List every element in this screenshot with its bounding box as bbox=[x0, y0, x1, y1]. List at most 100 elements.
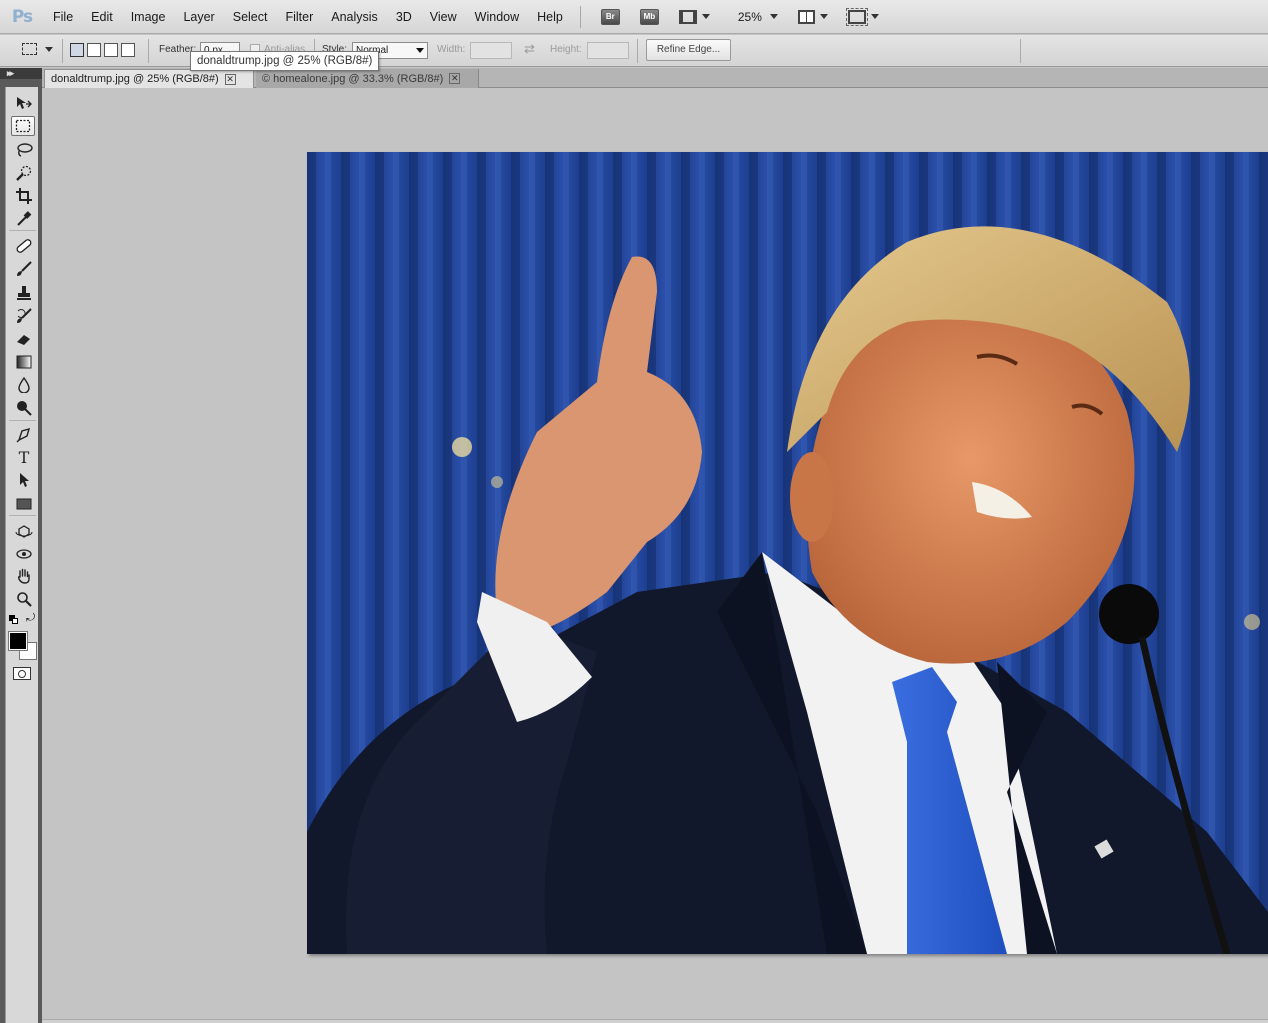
type-tool[interactable]: T bbox=[12, 447, 36, 467]
tab-donaldtrump[interactable]: donaldtrump.jpg @ 25% (RGB/8#) ✕ bbox=[44, 69, 254, 88]
screen-mode-button[interactable] bbox=[845, 6, 879, 28]
pen-icon bbox=[16, 427, 31, 443]
minibridge-icon: Mb bbox=[639, 8, 659, 25]
swap-dimensions-icon[interactable]: ⇄ bbox=[524, 41, 535, 57]
3d-orbit-tool[interactable] bbox=[12, 544, 36, 564]
zoom-level-value: 25% bbox=[737, 9, 762, 24]
arrange-documents-button[interactable] bbox=[797, 6, 828, 28]
menu-file[interactable]: File bbox=[44, 0, 82, 34]
eraser-tool[interactable] bbox=[12, 329, 36, 349]
3d-rotate-tool[interactable] bbox=[12, 521, 36, 541]
rectangle-tool[interactable] bbox=[12, 494, 36, 514]
view-extras-button[interactable] bbox=[678, 6, 710, 28]
eyedropper-tool[interactable] bbox=[12, 209, 36, 229]
menu-image[interactable]: Image bbox=[122, 0, 175, 34]
chevron-down-icon bbox=[769, 14, 778, 19]
close-icon[interactable]: ✕ bbox=[224, 73, 236, 85]
rectangle-icon bbox=[16, 498, 32, 510]
stamp-icon bbox=[17, 286, 31, 300]
photo-illustration bbox=[307, 152, 1268, 954]
hand-tool[interactable] bbox=[12, 566, 36, 586]
document-tooltip: donaldtrump.jpg @ 25% (RGB/8#) bbox=[190, 51, 380, 71]
launch-bridge-button[interactable]: Br bbox=[600, 6, 620, 28]
bridge-icon: Br bbox=[600, 8, 620, 25]
eraser-icon bbox=[17, 335, 30, 345]
document-canvas-area[interactable] bbox=[42, 89, 1268, 1023]
subtract-from-selection-button[interactable] bbox=[104, 43, 118, 57]
tab-homealone[interactable]: © homealone.jpg @ 33.3% (RGB/8#) ✕ bbox=[256, 69, 479, 88]
lasso-icon bbox=[17, 143, 33, 157]
tool-preset-picker[interactable] bbox=[22, 43, 53, 55]
dodge-icon bbox=[17, 401, 32, 416]
healing-brush-tool[interactable] bbox=[12, 236, 36, 256]
history-brush-tool[interactable] bbox=[12, 306, 36, 326]
history-brush-icon bbox=[17, 308, 32, 323]
crop-tool[interactable] bbox=[12, 186, 36, 206]
quick-mask-icon bbox=[18, 669, 26, 678]
quick-selection-tool[interactable] bbox=[12, 163, 36, 183]
menu-3d[interactable]: 3D bbox=[387, 0, 421, 34]
chevron-down-icon bbox=[819, 14, 828, 19]
pen-tool[interactable] bbox=[12, 425, 36, 445]
blur-icon bbox=[18, 377, 30, 393]
document-image[interactable] bbox=[307, 152, 1268, 954]
menu-layer[interactable]: Layer bbox=[174, 0, 223, 34]
gradient-tool[interactable] bbox=[12, 352, 36, 372]
move-tool[interactable] bbox=[12, 93, 36, 113]
path-selection-tool[interactable] bbox=[12, 470, 36, 490]
arrange-icon bbox=[797, 9, 815, 24]
default-colors-icon[interactable] bbox=[9, 615, 19, 625]
filmstrip-icon bbox=[678, 9, 697, 24]
height-input[interactable] bbox=[587, 42, 629, 59]
launch-minibridge-button[interactable]: Mb bbox=[639, 6, 659, 28]
menu-window[interactable]: Window bbox=[466, 0, 528, 34]
height-label: Height: bbox=[550, 44, 582, 55]
zoom-tool[interactable] bbox=[12, 589, 36, 609]
clone-stamp-tool[interactable] bbox=[12, 283, 36, 303]
intersect-selection-button[interactable] bbox=[121, 43, 135, 57]
healing-icon bbox=[16, 239, 32, 253]
type-icon: T bbox=[18, 447, 30, 467]
options-separator bbox=[1020, 39, 1021, 63]
swap-colors-icon[interactable]: ⤾ bbox=[26, 612, 35, 625]
3d-rotate-icon bbox=[15, 525, 33, 538]
toolbox-divider bbox=[9, 515, 36, 516]
toolbox-header[interactable]: ▸▸ bbox=[0, 68, 42, 79]
refine-edge-button[interactable]: Refine Edge... bbox=[646, 39, 731, 61]
brush-tool[interactable] bbox=[12, 259, 36, 279]
quick-mask-button[interactable] bbox=[13, 667, 31, 680]
toolbox-divider bbox=[9, 230, 36, 231]
menu-filter[interactable]: Filter bbox=[276, 0, 322, 34]
menu-help[interactable]: Help bbox=[528, 0, 572, 34]
add-to-selection-button[interactable] bbox=[87, 43, 101, 57]
zoom-level-dropdown[interactable]: 25% bbox=[724, 6, 778, 28]
document-tab-bar: donaldtrump.jpg @ 25% (RGB/8#) ✕ © homea… bbox=[42, 68, 1268, 88]
path-select-icon bbox=[20, 473, 29, 487]
options-separator bbox=[62, 39, 63, 63]
screen-mode-icon bbox=[845, 7, 868, 26]
blur-tool[interactable] bbox=[12, 375, 36, 395]
menu-view[interactable]: View bbox=[421, 0, 466, 34]
lasso-tool[interactable] bbox=[12, 140, 36, 160]
foreground-color-swatch[interactable] bbox=[8, 631, 28, 651]
brush-icon bbox=[17, 261, 32, 276]
options-separator bbox=[148, 39, 149, 63]
selection-mode-group bbox=[70, 43, 135, 57]
status-strip bbox=[42, 1019, 1268, 1023]
marquee-icon bbox=[15, 119, 31, 133]
marquee-preset-icon bbox=[22, 43, 37, 55]
rectangular-marquee-tool[interactable] bbox=[11, 116, 35, 136]
chevron-down-icon bbox=[416, 48, 424, 53]
menu-edit[interactable]: Edit bbox=[82, 0, 122, 34]
eyedropper-icon bbox=[17, 211, 32, 226]
width-input[interactable] bbox=[470, 42, 512, 59]
tab-label: © homealone.jpg @ 33.3% (RGB/8#) bbox=[262, 72, 444, 85]
menu-select[interactable]: Select bbox=[224, 0, 277, 34]
dodge-tool[interactable] bbox=[12, 398, 36, 418]
toolbox-divider bbox=[9, 420, 36, 421]
new-selection-button[interactable] bbox=[70, 43, 84, 57]
chevron-down-icon bbox=[701, 14, 710, 19]
close-icon[interactable]: ✕ bbox=[449, 73, 461, 84]
width-label: Width: bbox=[437, 44, 466, 55]
menu-analysis[interactable]: Analysis bbox=[322, 0, 387, 34]
